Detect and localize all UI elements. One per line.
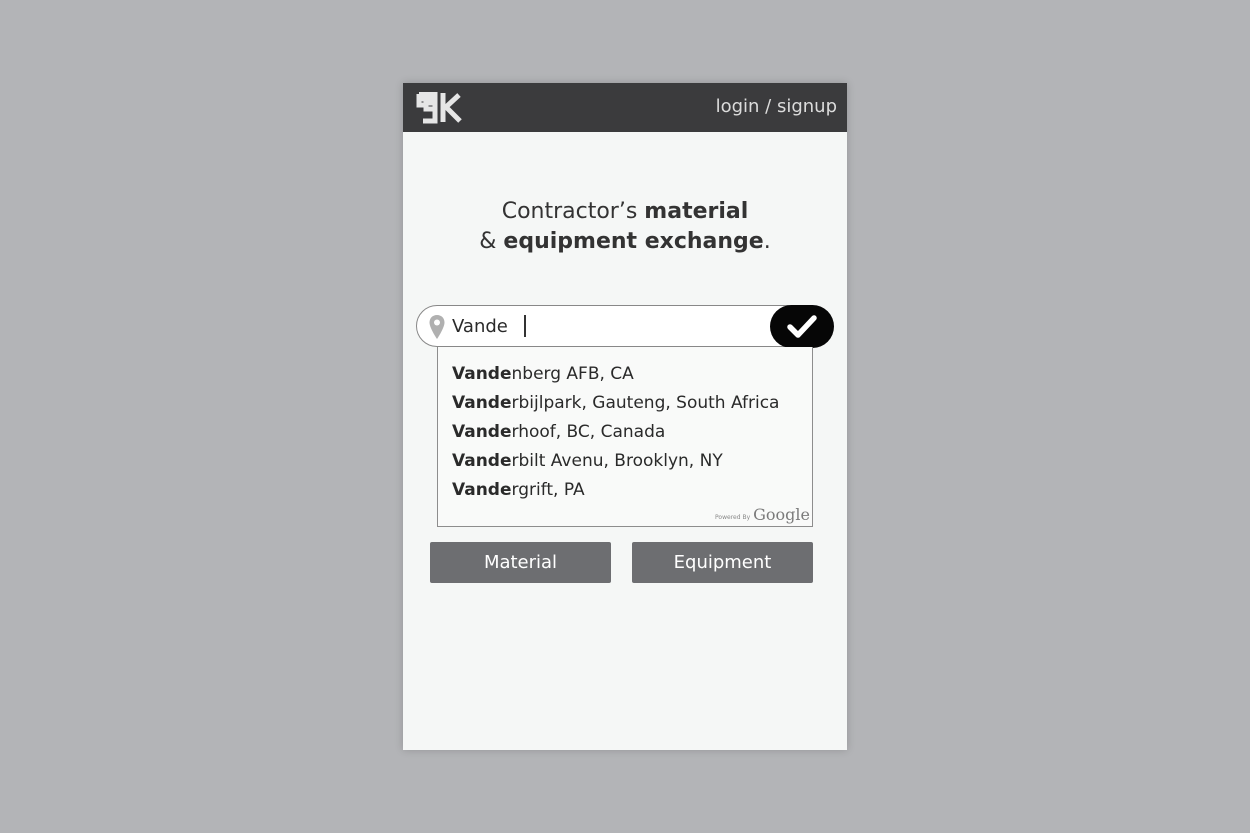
suggestion-list: Vandenberg AFB, CA Vanderbijlpark, Gaute… bbox=[452, 362, 779, 507]
suggestion-match: Vande bbox=[452, 364, 512, 384]
location-search-box[interactable] bbox=[416, 305, 818, 347]
headline-line1-text: Contractor’s bbox=[501, 199, 645, 224]
autocomplete-dropdown: Vandenberg AFB, CA Vanderbijlpark, Gaute… bbox=[437, 347, 813, 527]
map-pin-icon bbox=[429, 315, 445, 339]
suggestion-match: Vande bbox=[452, 393, 512, 413]
suggestion-match: Vande bbox=[452, 480, 512, 500]
suggestion-match: Vande bbox=[452, 422, 512, 442]
headline-line2-prefix: & bbox=[479, 229, 504, 254]
suggestion-item[interactable]: Vanderhoof, BC, Canada bbox=[452, 420, 779, 449]
powered-by-text: Powered By bbox=[715, 514, 751, 521]
headline-period: . bbox=[763, 229, 771, 254]
material-button[interactable]: Material bbox=[430, 542, 611, 583]
headline-material-text: material bbox=[644, 199, 749, 224]
top-bar: login / signup bbox=[403, 83, 847, 132]
suggestion-rest: rbilt Avenu, Brooklyn, NY bbox=[511, 451, 723, 471]
suggestion-rest: rgrift, PA bbox=[511, 480, 585, 500]
suggestion-item[interactable]: Vanderbijlpark, Gauteng, South Africa bbox=[452, 391, 779, 420]
powered-by-google: Powered By Google bbox=[715, 506, 810, 524]
location-search-input[interactable] bbox=[452, 311, 752, 341]
suggestion-item[interactable]: Vanderbilt Avenu, Brooklyn, NY bbox=[452, 449, 779, 478]
app-screen: login / signup Contractor’s material & e… bbox=[403, 83, 847, 750]
equipment-button[interactable]: Equipment bbox=[632, 542, 813, 583]
suggestion-rest: nberg AFB, CA bbox=[511, 364, 634, 384]
google-logo-text: Google bbox=[753, 505, 810, 524]
search-submit-button[interactable] bbox=[770, 305, 834, 348]
login-signup-link[interactable]: login / signup bbox=[716, 96, 837, 117]
suggestion-match: Vande bbox=[452, 451, 512, 471]
suggestion-rest: rhoof, BC, Canada bbox=[511, 422, 666, 442]
checkmark-icon bbox=[787, 315, 817, 338]
suggestion-item[interactable]: Vandergrift, PA bbox=[452, 478, 779, 507]
logo-icon[interactable] bbox=[416, 92, 462, 124]
text-caret bbox=[524, 315, 526, 337]
page-headline: Contractor’s material & equipment exchan… bbox=[403, 197, 847, 257]
suggestion-item[interactable]: Vandenberg AFB, CA bbox=[452, 362, 779, 391]
suggestion-rest: rbijlpark, Gauteng, South Africa bbox=[511, 393, 780, 413]
headline-equipment-text: equipment exchange bbox=[503, 229, 764, 254]
